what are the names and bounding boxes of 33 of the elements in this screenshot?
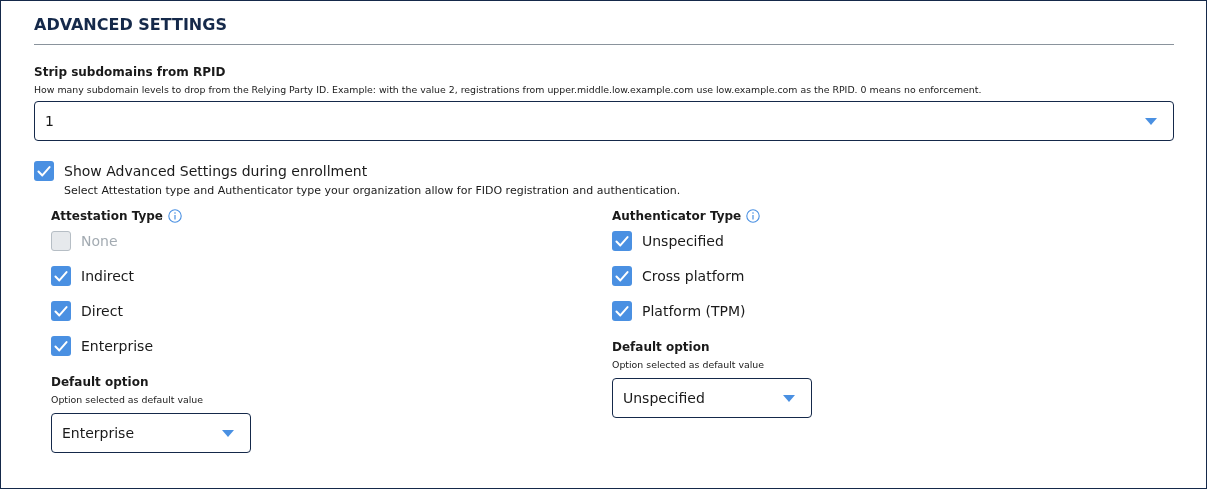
group-title: Attestation Type bbox=[51, 209, 163, 223]
caret-icon bbox=[1145, 117, 1157, 125]
field-label: Strip subdomains from RPID bbox=[34, 65, 227, 79]
info-icon[interactable] bbox=[168, 209, 182, 223]
option-label: Cross platform bbox=[642, 267, 745, 284]
checkbox[interactable] bbox=[51, 335, 71, 356]
group-title: Authenticator Type bbox=[612, 209, 742, 223]
field-description: How many subdomain levels to drop from the Relying Party ID. Example: with the value 2, registrations from upper.middle.low.example.com use low.example.com as the RPID. 0 means no enforcement. bbox=[34, 84, 983, 95]
default-option-description: Option selected as default value bbox=[612, 359, 765, 370]
option-label: Indirect bbox=[81, 267, 135, 284]
checkbox-description: Select Attestation type and Authenticator type your organization allow for FIDO registration and authentication. bbox=[64, 184, 682, 197]
checkbox-label: Show Advanced Settings during enrollment bbox=[64, 163, 368, 179]
default-option-label: Default option bbox=[612, 340, 711, 354]
option-label: Platform (TPM) bbox=[642, 302, 746, 319]
checkbox[interactable] bbox=[612, 265, 632, 286]
default-option-select[interactable]: Enterprise bbox=[51, 413, 251, 453]
checkbox[interactable] bbox=[612, 300, 632, 321]
option-label: Enterprise bbox=[81, 337, 154, 354]
default-option-label: Default option bbox=[51, 375, 150, 389]
option-label: None bbox=[81, 232, 118, 249]
default-option-select[interactable]: Unspecified bbox=[612, 378, 812, 418]
checkbox[interactable] bbox=[51, 265, 71, 286]
checkbox[interactable] bbox=[51, 300, 71, 321]
subdomain-select[interactable]: 1 bbox=[34, 101, 1174, 141]
caret-icon bbox=[222, 429, 234, 437]
checkbox[interactable] bbox=[612, 230, 632, 251]
option-label: Direct bbox=[81, 302, 123, 319]
default-option-description: Option selected as default value bbox=[51, 394, 204, 405]
caret-icon bbox=[783, 394, 795, 402]
checkbox[interactable] bbox=[34, 161, 54, 181]
section-title: ADVANCED SETTINGS bbox=[34, 15, 1174, 45]
option-label: Unspecified bbox=[642, 232, 724, 249]
info-icon[interactable] bbox=[746, 209, 761, 223]
